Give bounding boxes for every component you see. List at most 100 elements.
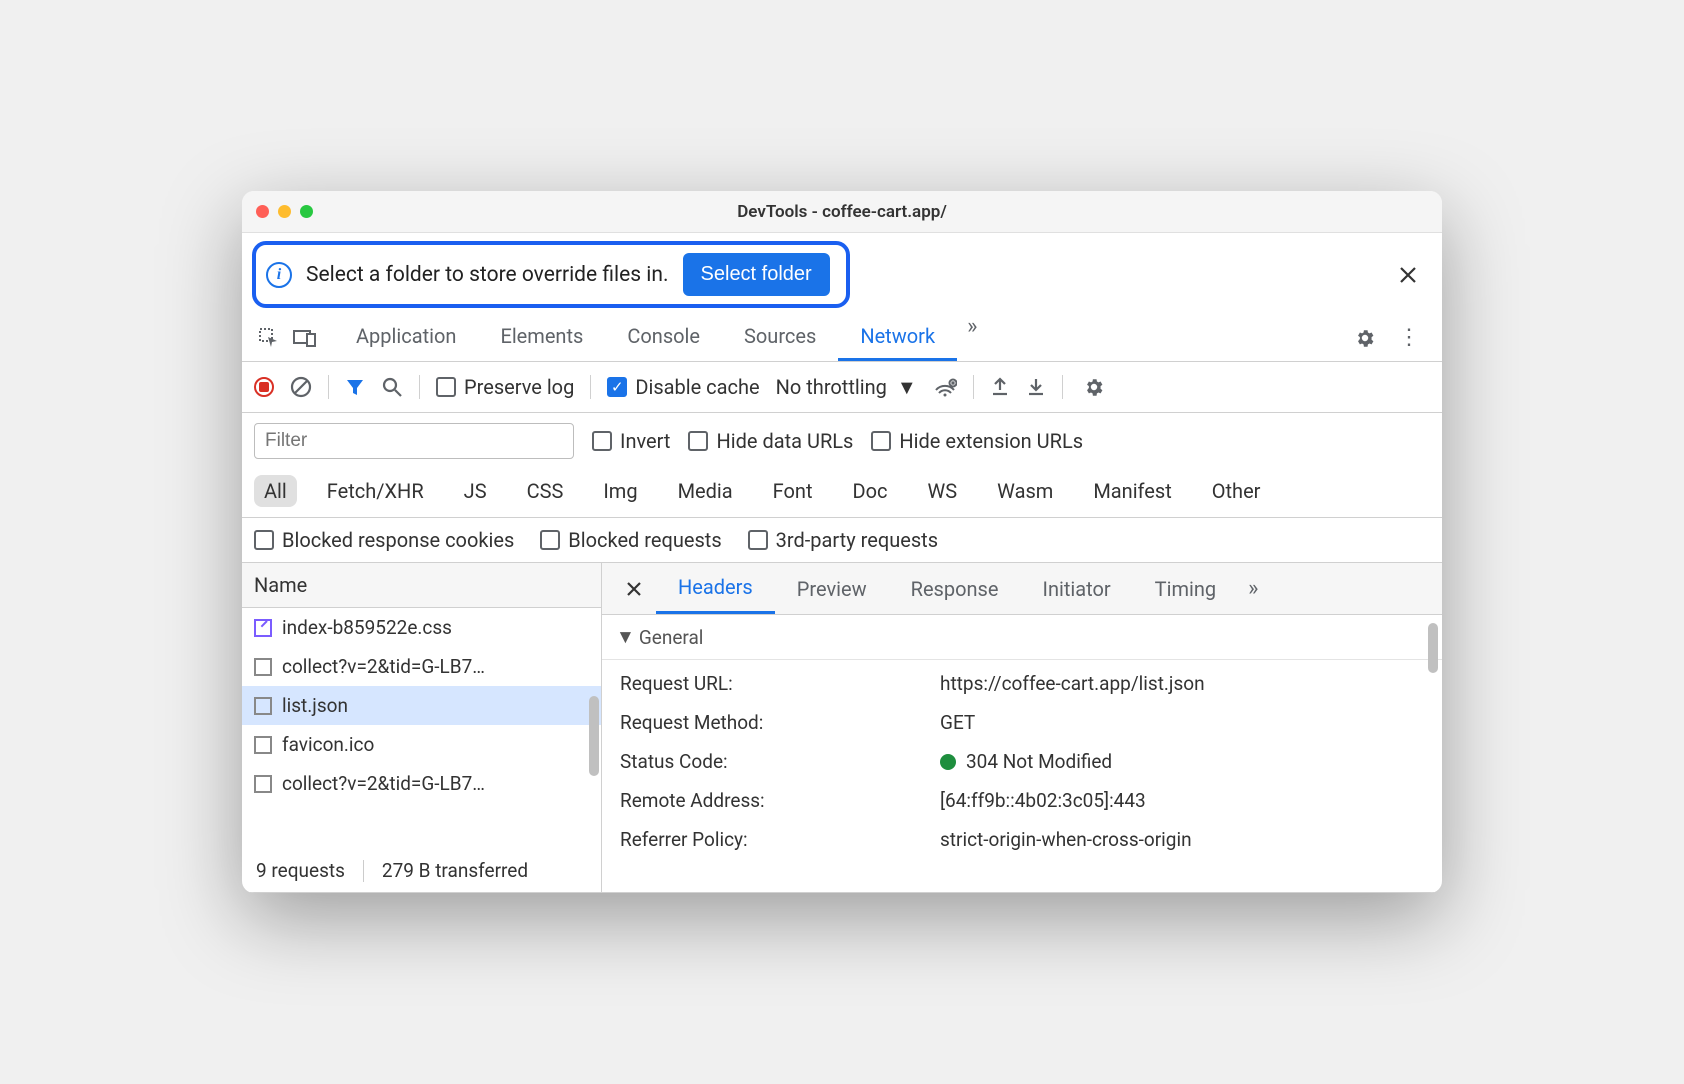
hide-data-urls-label: Hide data URLs bbox=[716, 429, 853, 453]
detail-tab-preview[interactable]: Preview bbox=[775, 565, 889, 613]
checkbox-icon bbox=[871, 431, 891, 451]
network-settings-icon[interactable] bbox=[1079, 372, 1109, 402]
detail-pane: Headers Preview Response Initiator Timin… bbox=[602, 563, 1442, 892]
tab-sources[interactable]: Sources bbox=[722, 314, 838, 361]
main-tabs-row: Application Elements Console Sources Net… bbox=[242, 308, 1442, 362]
divider bbox=[590, 375, 591, 399]
tab-application[interactable]: Application bbox=[334, 314, 478, 361]
request-row[interactable]: index-b859522e.css bbox=[242, 608, 601, 647]
detail-tab-timing[interactable]: Timing bbox=[1133, 565, 1238, 613]
type-media[interactable]: Media bbox=[668, 475, 743, 507]
kv-key: Request Method: bbox=[620, 711, 940, 734]
detail-tab-headers[interactable]: Headers bbox=[656, 563, 775, 614]
type-manifest[interactable]: Manifest bbox=[1083, 475, 1181, 507]
filter-toggle-icon[interactable] bbox=[345, 377, 365, 397]
filter-input[interactable] bbox=[254, 423, 574, 459]
type-font[interactable]: Font bbox=[763, 475, 823, 507]
devtools-window: DevTools - coffee-cart.app/ i Select a f… bbox=[242, 191, 1442, 893]
divider bbox=[973, 375, 974, 399]
kv-row: Request URL: https://coffee-cart.app/lis… bbox=[602, 664, 1442, 703]
upload-har-icon[interactable] bbox=[990, 376, 1010, 398]
request-list-pane: Name index-b859522e.css collect?v=2&tid=… bbox=[242, 563, 602, 892]
transferred-size: 279 B transferred bbox=[382, 859, 528, 882]
detail-tab-response[interactable]: Response bbox=[889, 565, 1021, 613]
tab-elements[interactable]: Elements bbox=[478, 314, 605, 361]
hide-extension-urls-checkbox[interactable]: Hide extension URLs bbox=[871, 429, 1083, 453]
close-detail-button[interactable] bbox=[612, 571, 656, 607]
network-conditions-icon[interactable] bbox=[933, 377, 957, 397]
search-icon[interactable] bbox=[381, 376, 403, 398]
more-tabs-button[interactable]: » bbox=[957, 314, 987, 361]
request-row[interactable]: collect?v=2&tid=G-LB7… bbox=[242, 647, 601, 686]
kv-value: strict-origin-when-cross-origin bbox=[940, 828, 1192, 851]
type-js[interactable]: JS bbox=[454, 475, 497, 507]
blocked-requests-label: Blocked requests bbox=[568, 528, 721, 552]
checkbox-icon bbox=[436, 377, 456, 397]
tab-console[interactable]: Console bbox=[605, 314, 722, 361]
type-fetch-xhr[interactable]: Fetch/XHR bbox=[317, 475, 434, 507]
scrollbar-thumb[interactable] bbox=[1428, 623, 1438, 673]
hide-data-urls-checkbox[interactable]: Hide data URLs bbox=[688, 429, 853, 453]
type-img[interactable]: Img bbox=[593, 475, 647, 507]
type-all[interactable]: All bbox=[254, 475, 297, 507]
third-party-checkbox[interactable]: 3rd-party requests bbox=[748, 528, 938, 552]
checkbox-icon bbox=[540, 530, 560, 550]
general-headers-list: Request URL: https://coffee-cart.app/lis… bbox=[602, 660, 1442, 863]
select-folder-button[interactable]: Select folder bbox=[683, 253, 830, 296]
scrollbar-thumb[interactable] bbox=[589, 696, 599, 776]
disable-cache-checkbox[interactable]: ✓ Disable cache bbox=[607, 375, 759, 399]
preserve-log-label: Preserve log bbox=[464, 375, 574, 399]
clear-button[interactable] bbox=[290, 376, 312, 398]
document-icon bbox=[254, 736, 272, 754]
kv-value: https://coffee-cart.app/list.json bbox=[940, 672, 1205, 695]
blocked-cookies-checkbox[interactable]: Blocked response cookies bbox=[254, 528, 514, 552]
kv-row: Remote Address: [64:ff9b::4b02:3c05]:443 bbox=[602, 781, 1442, 820]
type-other[interactable]: Other bbox=[1202, 475, 1271, 507]
kv-value: 304 Not Modified bbox=[940, 750, 1112, 773]
kv-key: Remote Address: bbox=[620, 789, 940, 812]
invert-checkbox[interactable]: Invert bbox=[592, 429, 670, 453]
download-har-icon[interactable] bbox=[1026, 376, 1046, 398]
device-toolbar-icon[interactable] bbox=[288, 321, 322, 355]
request-name: favicon.ico bbox=[282, 733, 374, 756]
detail-tab-initiator[interactable]: Initiator bbox=[1021, 565, 1133, 613]
kv-row: Status Code: 304 Not Modified bbox=[602, 742, 1442, 781]
settings-icon[interactable] bbox=[1350, 323, 1380, 353]
request-name: collect?v=2&tid=G-LB7… bbox=[282, 772, 485, 795]
type-doc[interactable]: Doc bbox=[843, 475, 898, 507]
blocked-requests-checkbox[interactable]: Blocked requests bbox=[540, 528, 721, 552]
record-button[interactable] bbox=[254, 377, 274, 397]
override-infobar: i Select a folder to store override file… bbox=[252, 241, 850, 308]
kv-row: Referrer Policy: strict-origin-when-cros… bbox=[602, 820, 1442, 859]
dismiss-infobar-button[interactable] bbox=[1384, 259, 1432, 291]
status-bar: 9 requests 279 B transferred bbox=[242, 849, 601, 892]
request-row[interactable]: favicon.ico bbox=[242, 725, 601, 764]
status-code-value: 304 Not Modified bbox=[966, 750, 1112, 773]
inspect-element-icon[interactable] bbox=[252, 321, 286, 355]
request-name: list.json bbox=[282, 694, 348, 717]
stylesheet-icon bbox=[254, 619, 272, 637]
divider bbox=[419, 375, 420, 399]
requests-count: 9 requests bbox=[256, 859, 345, 882]
general-section-header[interactable]: ▼ General bbox=[602, 615, 1442, 660]
preserve-log-checkbox[interactable]: Preserve log bbox=[436, 375, 574, 399]
divider bbox=[1062, 375, 1063, 399]
request-row[interactable]: list.json bbox=[242, 686, 601, 725]
detail-tabs: Headers Preview Response Initiator Timin… bbox=[602, 563, 1442, 615]
network-toolbar: Preserve log ✓ Disable cache No throttli… bbox=[242, 362, 1442, 413]
more-detail-tabs-button[interactable]: » bbox=[1238, 576, 1268, 601]
type-wasm[interactable]: Wasm bbox=[987, 475, 1063, 507]
tab-network[interactable]: Network bbox=[838, 314, 957, 361]
name-column-header[interactable]: Name bbox=[242, 563, 601, 608]
kebab-menu-icon[interactable]: ⋮ bbox=[1390, 321, 1428, 354]
request-name: index-b859522e.css bbox=[282, 616, 452, 639]
throttling-select[interactable]: No throttling ▼ bbox=[776, 375, 917, 400]
request-row[interactable]: collect?v=2&tid=G-LB7… bbox=[242, 764, 601, 803]
third-party-label: 3rd-party requests bbox=[776, 528, 938, 552]
type-ws[interactable]: WS bbox=[918, 475, 968, 507]
split-pane: Name index-b859522e.css collect?v=2&tid=… bbox=[242, 563, 1442, 893]
divider bbox=[328, 375, 329, 399]
override-infobar-wrap: i Select a folder to store override file… bbox=[242, 233, 1442, 308]
blocked-cookies-label: Blocked response cookies bbox=[282, 528, 514, 552]
type-css[interactable]: CSS bbox=[517, 475, 574, 507]
